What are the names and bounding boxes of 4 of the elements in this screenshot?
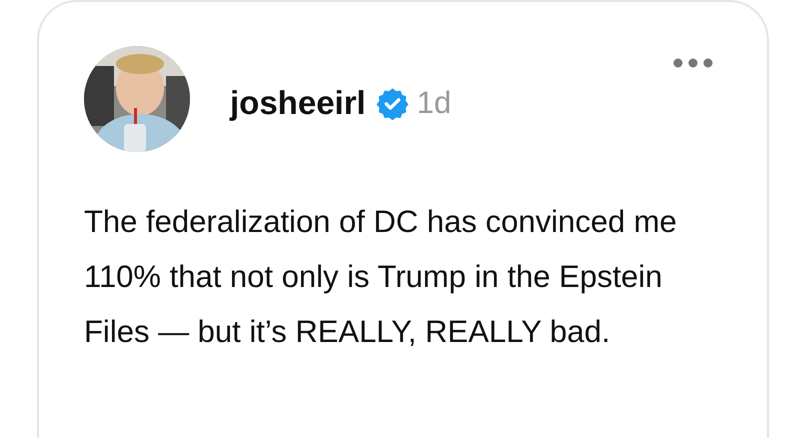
more-icon[interactable] (673, 58, 713, 68)
username[interactable]: josheeirl (230, 84, 366, 122)
post-time: 1d (416, 85, 452, 121)
post-text: The federalization of DC has convinced me 110% that not only is Trump in the Epstein Files — but it’s REALLY, REALLY bad. (84, 203, 678, 351)
